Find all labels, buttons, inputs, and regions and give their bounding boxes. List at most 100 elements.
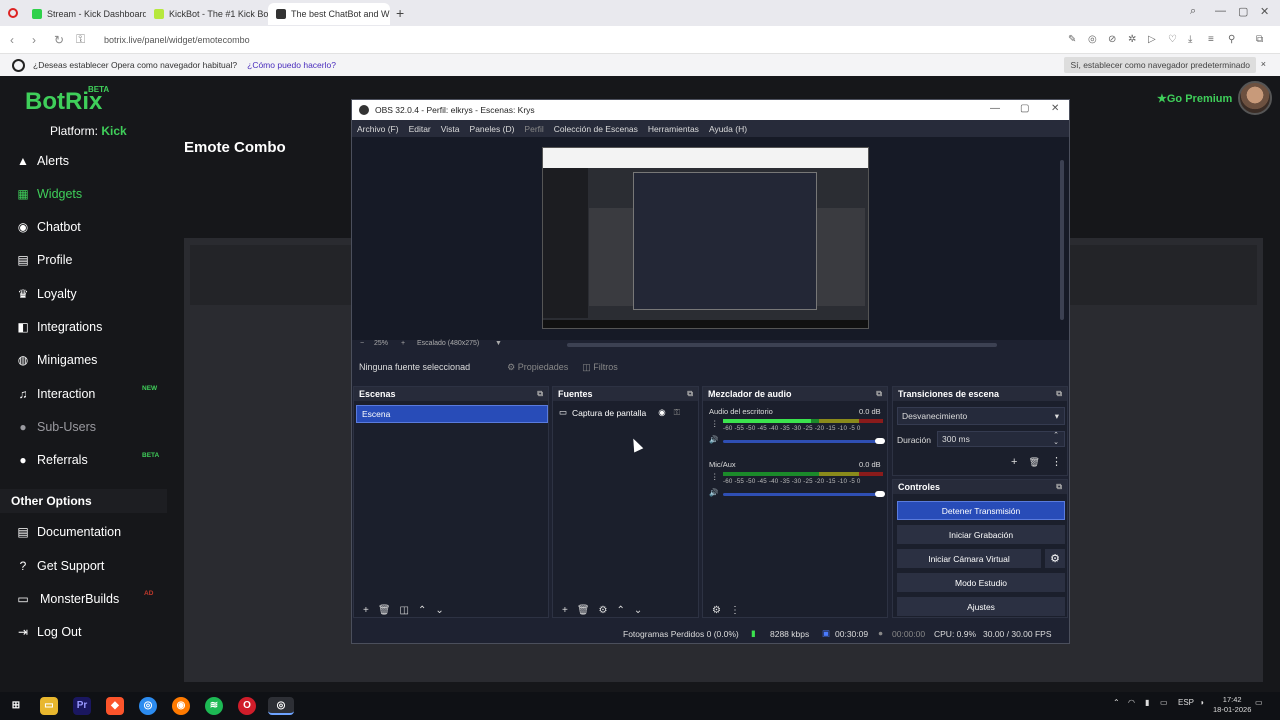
transition-select[interactable]: Desvanecimiento ▾ (897, 407, 1065, 425)
maximize-icon[interactable]: ▢ (1020, 103, 1029, 114)
preview-vertical-scrollbar[interactable] (1060, 160, 1064, 320)
move-down-icon[interactable]: ⌄ (634, 605, 642, 616)
undock-icon[interactable]: ⧉ (1056, 389, 1062, 399)
maximize-icon[interactable]: ▢ (1238, 5, 1248, 18)
account-icon[interactable]: ⚲ (1228, 34, 1235, 45)
trash-icon[interactable]: 🗑 (577, 605, 590, 616)
browser-tab-botrix[interactable]: The best ChatBot and Wi × (268, 3, 390, 25)
opera-icon[interactable]: O (238, 697, 256, 715)
sidebar-icon[interactable]: ⧉ (1256, 34, 1263, 45)
url-field[interactable]: botrix.live/panel/widget/emotecombo (104, 35, 250, 45)
camera-icon[interactable]: ◎ (1088, 34, 1097, 45)
transition-menu-icon[interactable]: ⋮ (1051, 456, 1062, 468)
undock-icon[interactable]: ⧉ (537, 389, 543, 399)
volume-fader[interactable] (723, 440, 883, 443)
go-premium-button[interactable]: ★Go Premium (1157, 92, 1232, 105)
mixer-menu-icon[interactable]: ⋮ (730, 605, 740, 616)
menu-ayuda[interactable]: Ayuda (H) (709, 124, 747, 134)
premiere-icon[interactable]: Pr (73, 697, 91, 715)
filters-button[interactable]: ◫ Filtros (582, 362, 618, 373)
brave-icon[interactable]: ◆ (106, 697, 124, 715)
download-icon[interactable]: ⤓ (1188, 34, 1192, 45)
track-menu-icon[interactable]: ⋮ (711, 472, 719, 481)
add-icon[interactable]: + (363, 605, 369, 616)
vpn-icon[interactable]: ⊘ (1108, 34, 1116, 45)
duration-input[interactable]: 300 ms ⌃ ⌄ (937, 431, 1065, 447)
advanced-audio-icon[interactable]: ⚙ (712, 605, 721, 616)
trash-icon[interactable]: 🗑 (1029, 457, 1040, 467)
sidebar-item-sub-users[interactable]: ● Sub-Users (15, 417, 96, 437)
volume-fader-knob[interactable] (875, 438, 885, 444)
mic-icon[interactable]: ▮ (1145, 698, 1149, 707)
trash-icon[interactable]: 🗑 (378, 605, 391, 616)
spin-arrows-icon[interactable]: ⌃ ⌄ (1053, 432, 1059, 446)
infobar-link[interactable]: ¿Cómo puedo hacerlo? (247, 60, 336, 70)
speaker-icon[interactable]: ◗ (1200, 698, 1205, 707)
start-recording-button[interactable]: Iniciar Grabación (897, 525, 1065, 544)
studio-mode-button[interactable]: Modo Estudio (897, 573, 1065, 592)
zoom-out-icon[interactable]: − (360, 340, 364, 347)
extension-icon[interactable]: ✲ (1128, 34, 1136, 45)
stop-streaming-button[interactable]: Detener Transmisión (897, 501, 1065, 520)
move-up-icon[interactable]: ⌃ (617, 605, 625, 616)
back-icon[interactable]: ‹ (10, 33, 22, 47)
sidebar-item-minigames[interactable]: ◍ Minigames (15, 350, 98, 370)
network-icon[interactable]: ▭ (1160, 698, 1168, 707)
add-icon[interactable]: + (562, 605, 568, 616)
chrome-icon[interactable]: ◎ (139, 697, 157, 715)
sidebar-item-monsterbuilds[interactable]: ▭ MonsterBuilds (15, 589, 119, 609)
notifications-icon[interactable]: ▭ (1255, 698, 1263, 707)
set-default-button[interactable]: Sí, establecer como navegador predetermi… (1064, 57, 1256, 73)
firefox-icon[interactable]: ◉ (172, 697, 190, 715)
infobar-close-icon[interactable]: × (1261, 59, 1266, 69)
move-up-icon[interactable]: ⌃ (418, 605, 426, 616)
sidebar-item-get-support[interactable]: ? Get Support (15, 556, 105, 576)
menu-icon[interactable]: ≡ (1208, 34, 1214, 45)
undock-icon[interactable]: ⧉ (876, 389, 882, 399)
sidebar-item-referrals[interactable]: ● Referrals (15, 450, 87, 470)
virtual-camera-settings-button[interactable]: ⚙ (1045, 549, 1065, 568)
lock-icon[interactable]: ⚿ (674, 407, 680, 418)
scene-filter-icon[interactable]: ◫ (400, 605, 409, 616)
sidebar-item-chatbot[interactable]: ◉ Chatbot (15, 217, 81, 237)
list-item[interactable]: ▭ Captura de pantalla ◉ ⚿ (559, 407, 680, 418)
new-tab-button[interactable]: + (396, 5, 404, 21)
menu-archivo[interactable]: Archivo (F) (357, 124, 399, 134)
clock[interactable]: 17:42 18-01-2026 (1213, 695, 1251, 715)
sidebar-item-alerts[interactable]: ▲ Alerts (15, 151, 69, 171)
menu-vista[interactable]: Vista (441, 124, 460, 134)
undock-icon[interactable]: ⧉ (687, 389, 693, 399)
opera-logo-icon[interactable] (8, 8, 18, 18)
play-icon[interactable]: ▷ (1148, 34, 1156, 45)
menu-paneles[interactable]: Paneles (D) (470, 124, 515, 134)
speaker-icon[interactable]: 🔊 (709, 435, 718, 444)
forward-icon[interactable]: › (32, 33, 44, 47)
sidebar-item-log-out[interactable]: ⇥ Log Out (15, 622, 82, 642)
close-window-icon[interactable]: ✕ (1260, 5, 1269, 18)
undock-icon[interactable]: ⧉ (1056, 482, 1062, 492)
settings-button[interactable]: Ajustes (897, 597, 1065, 616)
sidebar-item-loyalty[interactable]: ♛ Loyalty (15, 284, 77, 304)
windows-start-icon[interactable]: ⊞ (7, 697, 25, 715)
volume-fader-knob[interactable] (875, 491, 885, 497)
move-down-icon[interactable]: ⌄ (435, 605, 443, 616)
menu-perfil[interactable]: Perfil (524, 124, 543, 134)
add-icon[interactable]: + (1011, 456, 1017, 468)
zoom-in-icon[interactable]: + (401, 340, 405, 347)
menu-herramientas[interactable]: Herramientas (648, 124, 699, 134)
language-indicator[interactable]: ESP (1178, 698, 1194, 707)
gear-icon[interactable]: ⚙ (599, 605, 608, 616)
browser-tab-kick-dashboard[interactable]: Stream - Kick Dashboard (24, 3, 146, 25)
menu-editar[interactable]: Editar (409, 124, 431, 134)
speaker-icon[interactable]: 🔊 (709, 488, 718, 497)
sidebar-item-profile[interactable]: ▤ Profile (15, 250, 72, 270)
close-icon[interactable]: ✕ (1051, 103, 1059, 114)
tray-expand-icon[interactable]: ⌃ (1113, 698, 1120, 707)
heart-icon[interactable]: ♡ (1168, 34, 1177, 45)
start-virtual-camera-button[interactable]: Iniciar Cámara Virtual (897, 549, 1041, 568)
search-tabs-icon[interactable]: ⌕ (1190, 5, 1196, 18)
sidebar-item-documentation[interactable]: ▤ Documentation (15, 522, 121, 542)
properties-button[interactable]: ⚙ Propiedades (507, 362, 568, 373)
avatar[interactable] (1238, 81, 1272, 115)
list-item[interactable]: Escena (356, 405, 548, 423)
